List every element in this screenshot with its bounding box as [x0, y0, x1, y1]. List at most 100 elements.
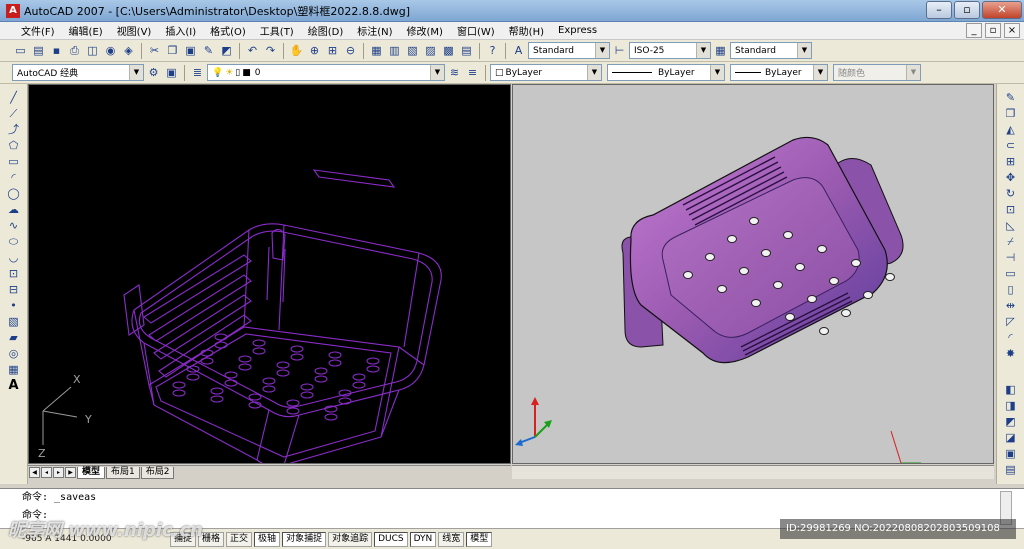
menu-format[interactable]: 格式(O): [203, 23, 253, 38]
menu-express[interactable]: Express: [551, 25, 604, 36]
chamfer-icon[interactable]: ◸: [1001, 314, 1021, 330]
break-icon[interactable]: ▯: [1001, 282, 1021, 298]
make-block-icon[interactable]: ⊟: [4, 282, 24, 298]
make-current-layer-icon[interactable]: ≋: [446, 64, 463, 81]
tab-model[interactable]: 模型: [77, 466, 106, 479]
ellipse-icon[interactable]: ⬭: [4, 234, 24, 250]
lineweight-select[interactable]: ByLayer ▼: [730, 64, 828, 81]
model-space-toggle[interactable]: 模型: [466, 531, 493, 547]
copy-icon[interactable]: ❐: [164, 42, 181, 59]
polar-toggle[interactable]: 极轴: [254, 531, 281, 547]
stretch-icon[interactable]: ◺: [1001, 218, 1021, 234]
layer-manager-icon[interactable]: ≣: [189, 64, 206, 81]
extend-icon[interactable]: ⊣: [1001, 250, 1021, 266]
layer-select[interactable]: 💡 ☀ ▯ ■ 0 ▼: [207, 64, 445, 81]
menu-window[interactable]: 窗口(W): [450, 23, 502, 38]
tab-layout2[interactable]: 布局2: [140, 466, 175, 479]
autocad-logo-icon[interactable]: A: [6, 3, 20, 18]
new-file-icon[interactable]: ▭: [12, 42, 29, 59]
prev-tab-icon[interactable]: ◂: [41, 467, 52, 478]
otrack-toggle[interactable]: 对象追踪: [328, 531, 373, 547]
undo-icon[interactable]: ↶: [244, 42, 261, 59]
viewport-shaded[interactable]: [512, 84, 994, 464]
close-button[interactable]: ✕: [982, 1, 1022, 19]
save-workspace-icon[interactable]: ▣: [163, 64, 180, 81]
markup-icon[interactable]: ▩: [440, 42, 457, 59]
revision-cloud-icon[interactable]: ☁: [4, 202, 24, 218]
pan-icon[interactable]: ✋: [288, 42, 305, 59]
scale-icon[interactable]: ⊡: [1001, 202, 1021, 218]
redo-icon[interactable]: ↷: [262, 42, 279, 59]
menu-view[interactable]: 视图(V): [110, 23, 159, 38]
insert-block-icon[interactable]: ⊡: [4, 266, 24, 282]
menu-modify[interactable]: 修改(M): [400, 23, 450, 38]
point-icon[interactable]: •: [4, 298, 24, 314]
properties-icon[interactable]: ▦: [368, 42, 385, 59]
minimize-button[interactable]: –: [926, 1, 952, 19]
break-at-point-icon[interactable]: ▭: [1001, 266, 1021, 282]
menu-edit[interactable]: 编辑(E): [62, 23, 110, 38]
doc-restore-button[interactable]: ▫: [985, 23, 1001, 38]
construction-line-icon[interactable]: ⟋: [4, 106, 24, 122]
bring-front-icon[interactable]: ◨: [1001, 398, 1021, 414]
bring-above-icon[interactable]: ◪: [1001, 430, 1021, 446]
doc-minimize-button[interactable]: _: [966, 23, 982, 38]
zoom-window-icon[interactable]: ⊞: [324, 42, 341, 59]
text-order-icon[interactable]: ▤: [1001, 462, 1021, 478]
circle-icon[interactable]: ◯: [4, 186, 24, 202]
ducs-toggle[interactable]: DUCS: [374, 531, 408, 547]
move-icon[interactable]: ✥: [1001, 170, 1021, 186]
draw-order-icon[interactable]: ◧: [1001, 382, 1021, 398]
dim-style-select[interactable]: ISO-25 ▼: [629, 42, 711, 59]
arc-icon[interactable]: ◜: [4, 170, 24, 186]
multiline-text-icon[interactable]: A: [4, 378, 24, 394]
workspace-settings-icon[interactable]: ⚙: [145, 64, 162, 81]
last-tab-icon[interactable]: ▶: [65, 467, 76, 478]
color-select[interactable]: □ ByLayer ▼: [490, 64, 602, 81]
menu-tools[interactable]: 工具(T): [253, 23, 301, 38]
ortho-toggle[interactable]: 正交: [226, 531, 253, 547]
erase-icon[interactable]: ✎: [1001, 90, 1021, 106]
workspace-select[interactable]: AutoCAD 经典 ▼: [12, 64, 144, 81]
mirror-icon[interactable]: ◭: [1001, 122, 1021, 138]
sheet-set-icon[interactable]: ▨: [422, 42, 439, 59]
menu-file[interactable]: 文件(F): [14, 23, 62, 38]
first-tab-icon[interactable]: ◀: [29, 467, 40, 478]
rectangle-icon[interactable]: ▭: [4, 154, 24, 170]
print-preview-icon[interactable]: ◫: [84, 42, 101, 59]
trim-icon[interactable]: ⌿: [1001, 234, 1021, 250]
doc-close-button[interactable]: ×: [1004, 23, 1020, 38]
linetype-select[interactable]: ByLayer ▼: [607, 64, 725, 81]
hatch-icon[interactable]: ▧: [4, 314, 24, 330]
lineweight-toggle[interactable]: 线宽: [438, 531, 465, 547]
design-center-icon[interactable]: ▥: [386, 42, 403, 59]
menu-dimension[interactable]: 标注(N): [350, 23, 399, 38]
save-icon[interactable]: ▪: [48, 42, 65, 59]
horizontal-scrollbar[interactable]: [512, 465, 994, 479]
3d-dwf-icon[interactable]: ◈: [120, 42, 137, 59]
paste-icon[interactable]: ▣: [182, 42, 199, 59]
publish-icon[interactable]: ◉: [102, 42, 119, 59]
send-back-icon[interactable]: ◩: [1001, 414, 1021, 430]
table-icon[interactable]: ▦: [4, 362, 24, 378]
region-icon[interactable]: ◎: [4, 346, 24, 362]
tab-layout1[interactable]: 布局1: [106, 466, 140, 479]
spline-icon[interactable]: ∿: [4, 218, 24, 234]
rotate-icon[interactable]: ↻: [1001, 186, 1021, 202]
fillet-icon[interactable]: ◜: [1001, 330, 1021, 346]
zoom-realtime-icon[interactable]: ⊕: [306, 42, 323, 59]
help-icon[interactable]: ?: [484, 42, 501, 59]
array-icon[interactable]: ⊞: [1001, 154, 1021, 170]
dyn-toggle[interactable]: DYN: [409, 531, 437, 547]
gradient-icon[interactable]: ▰: [4, 330, 24, 346]
match-properties-icon[interactable]: ✎: [200, 42, 217, 59]
print-icon[interactable]: ⎙: [66, 42, 83, 59]
menu-draw[interactable]: 绘图(D): [301, 23, 351, 38]
menu-help[interactable]: 帮助(H): [502, 23, 551, 38]
table-style-select[interactable]: Standard ▼: [730, 42, 812, 59]
plot-style-select[interactable]: 随颜色 ▼: [833, 64, 921, 81]
join-icon[interactable]: ⇹: [1001, 298, 1021, 314]
menu-insert[interactable]: 插入(I): [158, 23, 203, 38]
calculator-icon[interactable]: ▤: [458, 42, 475, 59]
viewport-wireframe[interactable]: X Y Z: [28, 84, 511, 467]
